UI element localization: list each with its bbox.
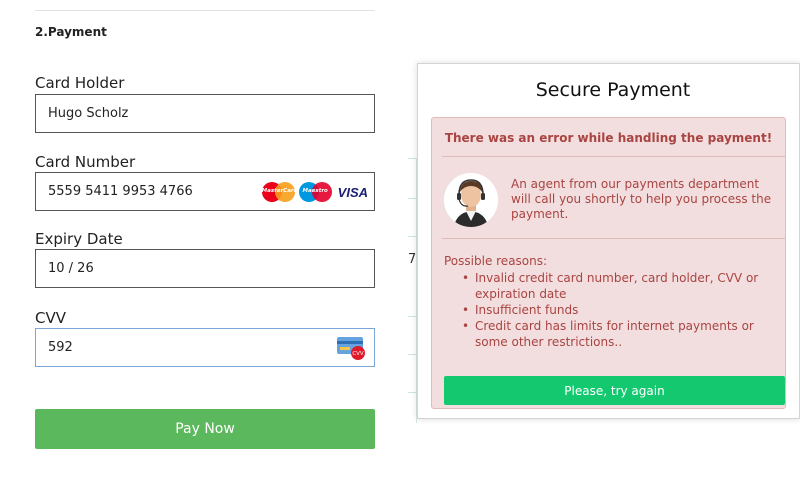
reason-item: Credit card has limits for internet paym…	[462, 318, 780, 350]
background-tick	[408, 236, 416, 237]
alert-divider	[442, 238, 785, 239]
cvv-card-icon: CVV	[337, 337, 365, 360]
maestro-logo: Maestro	[298, 182, 332, 202]
error-alert: There was an error while handling the pa…	[431, 117, 786, 409]
expiry-date-input[interactable]	[36, 250, 374, 287]
error-heading: There was an error while handling the pa…	[444, 131, 773, 145]
card-holder-field[interactable]	[35, 94, 375, 133]
reason-item: Invalid credit card number, card holder,…	[462, 270, 780, 302]
modal-title: Secure Payment	[535, 79, 691, 101]
secure-payment-modal: Secure Payment There was an error while …	[417, 63, 800, 419]
expiry-date-field[interactable]	[35, 249, 375, 288]
alert-divider	[442, 156, 785, 157]
card-holder-label: Card Holder	[35, 74, 125, 92]
background-tick	[408, 316, 416, 317]
card-holder-input[interactable]	[36, 95, 374, 132]
top-divider	[35, 10, 375, 11]
agent-message: An agent from our payments department wi…	[511, 177, 772, 221]
expiry-date-label: Expiry Date	[35, 230, 123, 248]
pay-now-button[interactable]: Pay Now	[35, 409, 375, 449]
background-tick	[408, 354, 416, 355]
card-number-label: Card Number	[35, 153, 136, 171]
cvv-input[interactable]	[36, 329, 374, 366]
reasons-title: Possible reasons:	[444, 254, 548, 268]
reason-item: Insufficient funds	[462, 302, 780, 318]
cvv-field[interactable]: CVV	[35, 328, 375, 367]
background-tick	[408, 158, 416, 159]
svg-text:CVV: CVV	[352, 351, 364, 357]
step-title: 2.Payment	[35, 25, 107, 39]
card-brand-logos: MasterCard Maestro VISA	[261, 182, 368, 202]
support-agent-avatar	[444, 173, 498, 227]
try-again-button[interactable]: Please, try again	[444, 376, 785, 405]
background-tick	[408, 198, 416, 199]
visa-logo: VISA	[337, 184, 368, 200]
mastercard-logo: MasterCard	[261, 182, 298, 202]
reasons-list: Invalid credit card number, card holder,…	[462, 270, 780, 350]
card-number-field[interactable]: MasterCard Maestro VISA	[35, 172, 375, 211]
cvv-label: CVV	[35, 309, 66, 327]
background-tick	[408, 392, 416, 393]
